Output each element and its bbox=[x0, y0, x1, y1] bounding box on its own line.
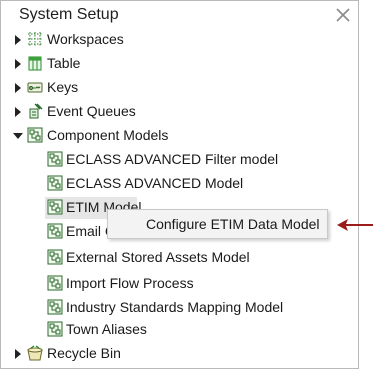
tree-item-label: ECLASS ADVANCED Filter model bbox=[66, 151, 279, 167]
model-icon bbox=[47, 151, 63, 167]
tree-item-model[interactable]: Town Aliases bbox=[1, 319, 358, 341]
tree-item-keys[interactable]: Keys bbox=[1, 77, 358, 99]
panel-title: System Setup bbox=[19, 6, 119, 23]
tree-item-model[interactable]: Industry Standards Mapping Model bbox=[1, 297, 358, 319]
close-icon[interactable] bbox=[335, 7, 351, 23]
event-queues-icon bbox=[29, 103, 43, 119]
tree-item-label: Industry Standards Mapping Model bbox=[66, 299, 284, 315]
chevron-right-icon[interactable] bbox=[13, 106, 23, 118]
model-icon bbox=[47, 321, 63, 337]
menu-item-configure-etim[interactable]: Configure ETIM Data Model bbox=[146, 216, 320, 232]
tree-item-table[interactable]: Table bbox=[1, 53, 358, 75]
keys-icon bbox=[27, 82, 43, 93]
tree-item-model[interactable]: Import Flow Process bbox=[1, 273, 358, 295]
chevron-right-icon[interactable] bbox=[13, 58, 23, 70]
tree-item-label: External Stored Assets Model bbox=[66, 249, 250, 265]
table-icon bbox=[28, 56, 42, 71]
model-icon bbox=[47, 223, 63, 239]
tree-item-label: Keys bbox=[47, 79, 79, 95]
model-icon bbox=[47, 199, 63, 215]
tree-item-label: Recycle Bin bbox=[47, 345, 121, 361]
chevron-right-icon[interactable] bbox=[13, 348, 23, 360]
tree-item-label: Component Models bbox=[47, 127, 169, 143]
tree-item-recycle-bin[interactable]: Recycle Bin bbox=[1, 343, 358, 365]
tree-item-label: Town Aliases bbox=[66, 321, 147, 337]
tree-item-label: ECLASS ADVANCED Model bbox=[66, 175, 244, 191]
model-icon bbox=[47, 175, 63, 191]
tree-item-model[interactable]: External Stored Assets Model bbox=[1, 247, 358, 269]
chevron-down-icon[interactable] bbox=[12, 131, 24, 141]
annotation-arrow-icon bbox=[337, 219, 373, 231]
workspaces-icon bbox=[28, 32, 42, 46]
tree-item-model[interactable]: ECLASS ADVANCED Filter model bbox=[1, 149, 358, 171]
system-setup-panel: System Setup Workspaces Table Keys Event… bbox=[0, 0, 359, 369]
model-icon bbox=[47, 299, 63, 315]
component-models-icon bbox=[27, 127, 43, 143]
tree-item-model[interactable]: ECLASS ADVANCED Model bbox=[1, 173, 358, 195]
model-icon bbox=[47, 275, 63, 291]
tree-item-label: Workspaces bbox=[47, 31, 124, 47]
tree-item-event-queues[interactable]: Event Queues bbox=[1, 101, 358, 123]
chevron-right-icon[interactable] bbox=[13, 34, 23, 46]
context-menu: Configure ETIM Data Model bbox=[107, 209, 328, 239]
tree-item-label: Event Queues bbox=[47, 103, 136, 119]
tree-item-label: Import Flow Process bbox=[66, 275, 194, 291]
tree-item-workspaces[interactable]: Workspaces bbox=[1, 29, 358, 51]
panel-titlebar: System Setup bbox=[1, 1, 358, 29]
tree-item-label: Table bbox=[47, 55, 81, 71]
model-icon bbox=[47, 249, 63, 265]
chevron-right-icon[interactable] bbox=[13, 82, 23, 94]
recycle-bin-icon bbox=[27, 345, 43, 361]
tree-item-component-models[interactable]: Component Models bbox=[1, 125, 358, 147]
